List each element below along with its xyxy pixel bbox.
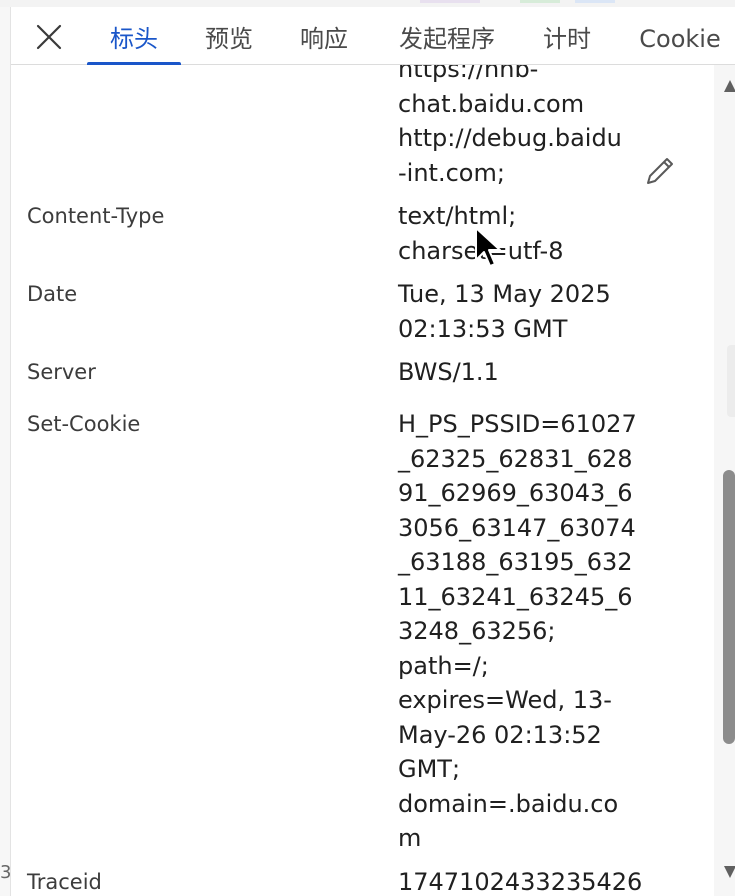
header-value: 1747102433235426 [398, 868, 643, 896]
tab-timing[interactable]: 计时 [535, 7, 599, 64]
tab-initiator[interactable]: 发起程序 [387, 7, 507, 64]
header-value: text/html; charset=utf-8 [398, 202, 564, 265]
pencil-icon [647, 158, 673, 184]
devtools-headers-panel: 3 标头 预览 响应 发起程序 计时 Cookie https://hnb- c… [0, 0, 735, 896]
header-value: https://hnb- chat.baidu.com http://debug… [398, 65, 622, 187]
underlying-page-strip [0, 0, 735, 7]
header-value: H_PS_PSSID=61027 _62325_62831_628 91_629… [398, 410, 637, 852]
edit-header-button[interactable] [642, 153, 678, 189]
header-value: Tue, 13 May 2025 02:13:53 GMT [398, 280, 611, 343]
scroll-down-arrow-icon[interactable] [724, 866, 735, 878]
header-name: Set-Cookie [27, 412, 141, 436]
tab-bar: 标头 预览 响应 发起程序 计时 Cookie [11, 7, 735, 65]
header-value: BWS/1.1 [398, 358, 499, 386]
close-icon [36, 24, 62, 50]
tab-headers[interactable]: 标头 [87, 7, 181, 65]
header-name: Server [27, 360, 96, 384]
response-headers-list: https://hnb- chat.baidu.com http://debug… [11, 65, 711, 896]
scroll-up-arrow-icon[interactable] [724, 80, 735, 92]
underlying-page-edge: 3 [0, 7, 11, 896]
page-edge-mark: 3 [0, 862, 12, 883]
side-handle[interactable] [727, 345, 735, 417]
close-button[interactable] [29, 17, 69, 57]
header-name: Traceid [27, 870, 102, 894]
header-name: Content-Type [27, 204, 165, 228]
scrollbar-thumb[interactable] [723, 470, 735, 744]
tab-cookies[interactable]: Cookie [631, 7, 729, 64]
tab-response[interactable]: 响应 [292, 7, 356, 64]
header-name: Date [27, 282, 78, 306]
tab-preview[interactable]: 预览 [197, 7, 261, 64]
